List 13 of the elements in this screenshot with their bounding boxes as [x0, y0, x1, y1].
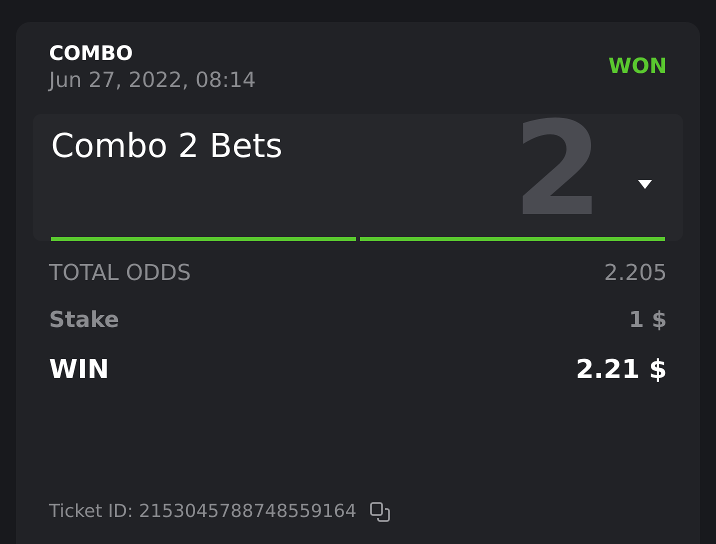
summary-value: 2.21 $ [576, 354, 667, 387]
copy-icon[interactable] [368, 500, 391, 522]
summary-label: TOTAL ODDS [49, 260, 191, 288]
bet-type: COMBO [49, 40, 134, 66]
caret-icon[interactable] [637, 179, 653, 190]
summary-label: WIN [49, 354, 110, 387]
summary-label: Stake [49, 307, 120, 335]
summary-value: 1 $ [628, 307, 667, 335]
status-label: WON [608, 53, 667, 80]
bet-date: Jun 27, 2022, 08:14 [49, 67, 256, 94]
summary-value: 2.205 [604, 260, 667, 288]
combo-title: Combo 2 Bets [51, 126, 283, 166]
ticket-id: Ticket ID: 2153045788748559164 [49, 500, 357, 524]
